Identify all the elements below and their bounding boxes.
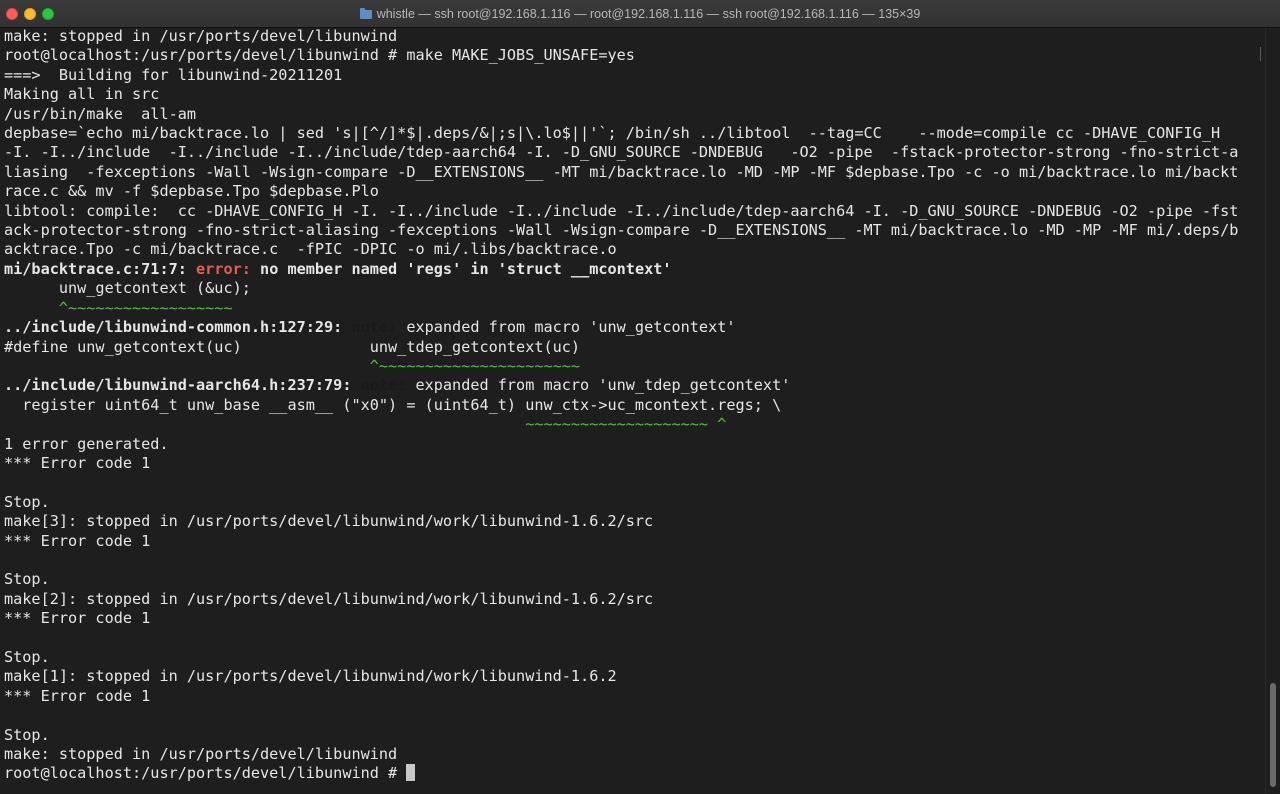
terminal-line: make[1]: stopped in /usr/ports/devel/lib… [4, 667, 1266, 686]
terminal-text: make[1]: stopped in /usr/ports/devel/lib… [4, 667, 617, 686]
terminal-text: libtool: compile: cc -DHAVE_CONFIG_H -I.… [4, 201, 1239, 220]
terminal-text: register uint64_t unw_base __asm__ ("x0"… [4, 395, 782, 414]
terminal-line: root@localhost:/usr/ports/devel/libunwin… [4, 46, 1266, 65]
terminal-text: make: stopped in /usr/ports/devel/libunw… [4, 27, 398, 45]
terminal-line: Stop. [4, 648, 1266, 667]
shell-prompt: root@localhost:/usr/ports/devel/libunwin… [4, 764, 407, 783]
terminal-line: acktrace.Tpo -c mi/backtrace.c -fPIC -DP… [4, 240, 1266, 259]
note-label: note: [360, 376, 407, 395]
terminal-line: -I. -I../include -I../include -I../inclu… [4, 143, 1266, 162]
terminal-text: -I. -I../include -I../include -I../inclu… [4, 143, 1239, 162]
window-title-group: whistle — ssh root@192.168.1.116 — root@… [0, 0, 1280, 28]
terminal-line: Stop. [4, 493, 1266, 512]
terminal-text: ===> Building for libunwind-20211201 [4, 65, 343, 84]
terminal-text: /usr/bin/make all-am [4, 104, 197, 123]
terminal-text: ../include/libunwind-common.h:127:29: [4, 318, 352, 337]
terminal-text: acktrace.Tpo -c mi/backtrace.c -fPIC -DP… [4, 240, 617, 259]
terminal-text: Stop. [4, 648, 50, 666]
terminal-line: *** Error code 1 [4, 532, 1266, 551]
note-label: note: [351, 318, 398, 337]
terminal-text: ../include/libunwind-aarch64.h:237:79: [4, 376, 361, 395]
terminal-line: ===> Building for libunwind-20211201 [4, 66, 1266, 85]
title-bar[interactable]: whistle — ssh root@192.168.1.116 — root@… [0, 0, 1280, 28]
terminal-text: ^~~~~~~~~~~~~~~~~~~ [4, 298, 233, 317]
scrollbar-thumb[interactable] [1270, 683, 1276, 787]
terminal-line: *** Error code 1 [4, 454, 1266, 473]
terminal-line: *** Error code 1 [4, 609, 1266, 628]
terminal-text: *** Error code 1 [4, 531, 151, 550]
folder-icon [359, 7, 372, 19]
terminal-line: libtool: compile: cc -DHAVE_CONFIG_H -I.… [4, 202, 1266, 221]
terminal-line: /usr/bin/make all-am [4, 105, 1266, 124]
terminal-line: Stop. [4, 726, 1266, 745]
terminal-text: race.c && mv -f $depbase.Tpo $depbase.Pl… [4, 182, 379, 201]
window-title: whistle — ssh root@192.168.1.116 — root@… [376, 7, 921, 21]
terminal-text: expanded from macro 'unw_tdep_getcontext… [406, 376, 791, 395]
terminal-text: ^~~~~~~~~~~~~~~~~~~~~~~ [4, 356, 581, 375]
terminal-line: race.c && mv -f $depbase.Tpo $depbase.Pl… [4, 182, 1266, 201]
terminal-text: make: stopped in /usr/ports/devel/libunw… [4, 745, 398, 764]
terminal-text: 1 error generated. [4, 434, 169, 453]
terminal-text: make[2]: stopped in /usr/ports/devel/lib… [4, 589, 654, 608]
terminal-text: unw_getcontext (&uc); [4, 279, 251, 298]
terminal-line: #define unw_getcontext(uc) unw_tdep_getc… [4, 338, 1266, 357]
terminal-line: *** Error code 1 [4, 687, 1266, 706]
terminal-text: root@localhost:/usr/ports/devel/libunwin… [4, 46, 635, 65]
terminal-line: make[2]: stopped in /usr/ports/devel/lib… [4, 590, 1266, 609]
terminal-text: depbase=`echo mi/backtrace.lo | sed 's|[… [4, 124, 1221, 143]
terminal-text: expanded from macro 'unw_getcontext' [397, 318, 736, 337]
terminal-line: Making all in src [4, 85, 1266, 104]
terminal-line: make: stopped in /usr/ports/devel/libunw… [4, 27, 1266, 46]
terminal-text: Stop. [4, 725, 50, 744]
terminal-text: mi/backtrace.c:71:7: [4, 259, 197, 278]
terminal-text: make[3]: stopped in /usr/ports/devel/lib… [4, 512, 654, 531]
terminal-line: ../include/libunwind-aarch64.h:237:79: n… [4, 376, 1266, 395]
terminal-line: register uint64_t unw_base __asm__ ("x0"… [4, 396, 1266, 415]
terminal-line: unw_getcontext (&uc); [4, 279, 1266, 298]
terminal-text: Stop. [4, 570, 50, 589]
terminal-line: ~~~~~~~~~~~~~~~~~~~~ ^ [4, 415, 1266, 434]
terminal-line: liasing -fexceptions -Wall -Wsign-compar… [4, 163, 1266, 182]
terminal-text: ~~~~~~~~~~~~~~~~~~~~ ^ [4, 415, 727, 434]
prompt-line[interactable]: root@localhost:/usr/ports/devel/libunwin… [4, 764, 1266, 783]
terminal-text: *** Error code 1 [4, 609, 151, 628]
terminal-text: *** Error code 1 [4, 453, 151, 472]
terminal-text: no member named 'regs' in 'struct __mcon… [250, 259, 672, 278]
terminal-line: ^~~~~~~~~~~~~~~~~~~ [4, 299, 1266, 318]
terminal-text: liasing -fexceptions -Wall -Wsign-compar… [4, 162, 1239, 181]
text-cursor [406, 764, 416, 782]
terminal-text: #define unw_getcontext(uc) unw_tdep_getc… [4, 337, 581, 356]
terminal-line: Stop. [4, 570, 1266, 589]
terminal-line: ack-protector-strong -fno-strict-aliasin… [4, 221, 1266, 240]
error-label: error: [196, 259, 251, 278]
scroll-marker [1260, 47, 1261, 61]
terminal-text: Making all in src [4, 85, 160, 104]
terminal-line: ^~~~~~~~~~~~~~~~~~~~~~~ [4, 357, 1266, 376]
vertical-scrollbar[interactable] [1265, 28, 1280, 794]
terminal-window: whistle — ssh root@192.168.1.116 — root@… [0, 0, 1280, 794]
terminal-text: Stop. [4, 492, 50, 511]
terminal-line: ../include/libunwind-common.h:127:29: no… [4, 318, 1266, 337]
terminal-output[interactable]: make: stopped in /usr/ports/devel/libunw… [4, 27, 1266, 794]
terminal-text: ack-protector-strong -fno-strict-aliasin… [4, 221, 1239, 240]
terminal-line: mi/backtrace.c:71:7: error: no member na… [4, 260, 1266, 279]
terminal-line: 1 error generated. [4, 435, 1266, 454]
terminal-line: make: stopped in /usr/ports/devel/libunw… [4, 745, 1266, 764]
terminal-text: *** Error code 1 [4, 686, 151, 705]
terminal-line: make[3]: stopped in /usr/ports/devel/lib… [4, 512, 1266, 531]
terminal-line: depbase=`echo mi/backtrace.lo | sed 's|[… [4, 124, 1266, 143]
